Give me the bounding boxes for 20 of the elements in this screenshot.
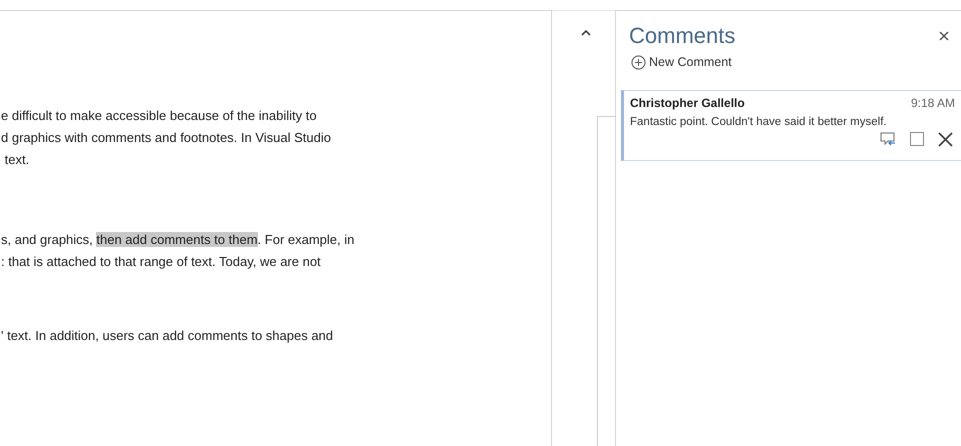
close-icon[interactable]	[939, 31, 949, 41]
document-text: ' text. In addition, users can add comments to shapes and	[1, 328, 334, 343]
document-text: e difficult to make accessible because of the inability to	[1, 108, 317, 123]
comment-time: 9:18 AM	[910, 94, 955, 112]
document-text: : that is attached to that range of text. Today, we are not	[1, 254, 321, 269]
document-text: text.	[4, 152, 30, 167]
highlighted-text: then add comments to them	[96, 232, 258, 247]
comment-text: Fantastic point. Couldn't have said it better myself.	[630, 114, 888, 130]
document-text: s, and graphics,	[1, 232, 94, 247]
delete-icon[interactable]	[938, 132, 953, 147]
plus-icon	[631, 54, 646, 70]
document-text: d graphics with comments and footnotes. In Visual Studio	[1, 130, 332, 145]
comment-card[interactable]: Christopher Gallello 9:18 AM Fantastic point. Couldn't have said it better myself.	[621, 90, 961, 161]
document-text: . For example, in	[258, 232, 354, 247]
new-comment-button[interactable]: New Comment	[631, 53, 732, 72]
reply-icon[interactable]	[880, 132, 896, 147]
done-checkbox[interactable]	[910, 132, 924, 146]
collapse-icon[interactable]	[581, 29, 591, 36]
comment-author: Christopher Gallello	[630, 94, 745, 112]
pane-title: Comments	[629, 23, 736, 49]
